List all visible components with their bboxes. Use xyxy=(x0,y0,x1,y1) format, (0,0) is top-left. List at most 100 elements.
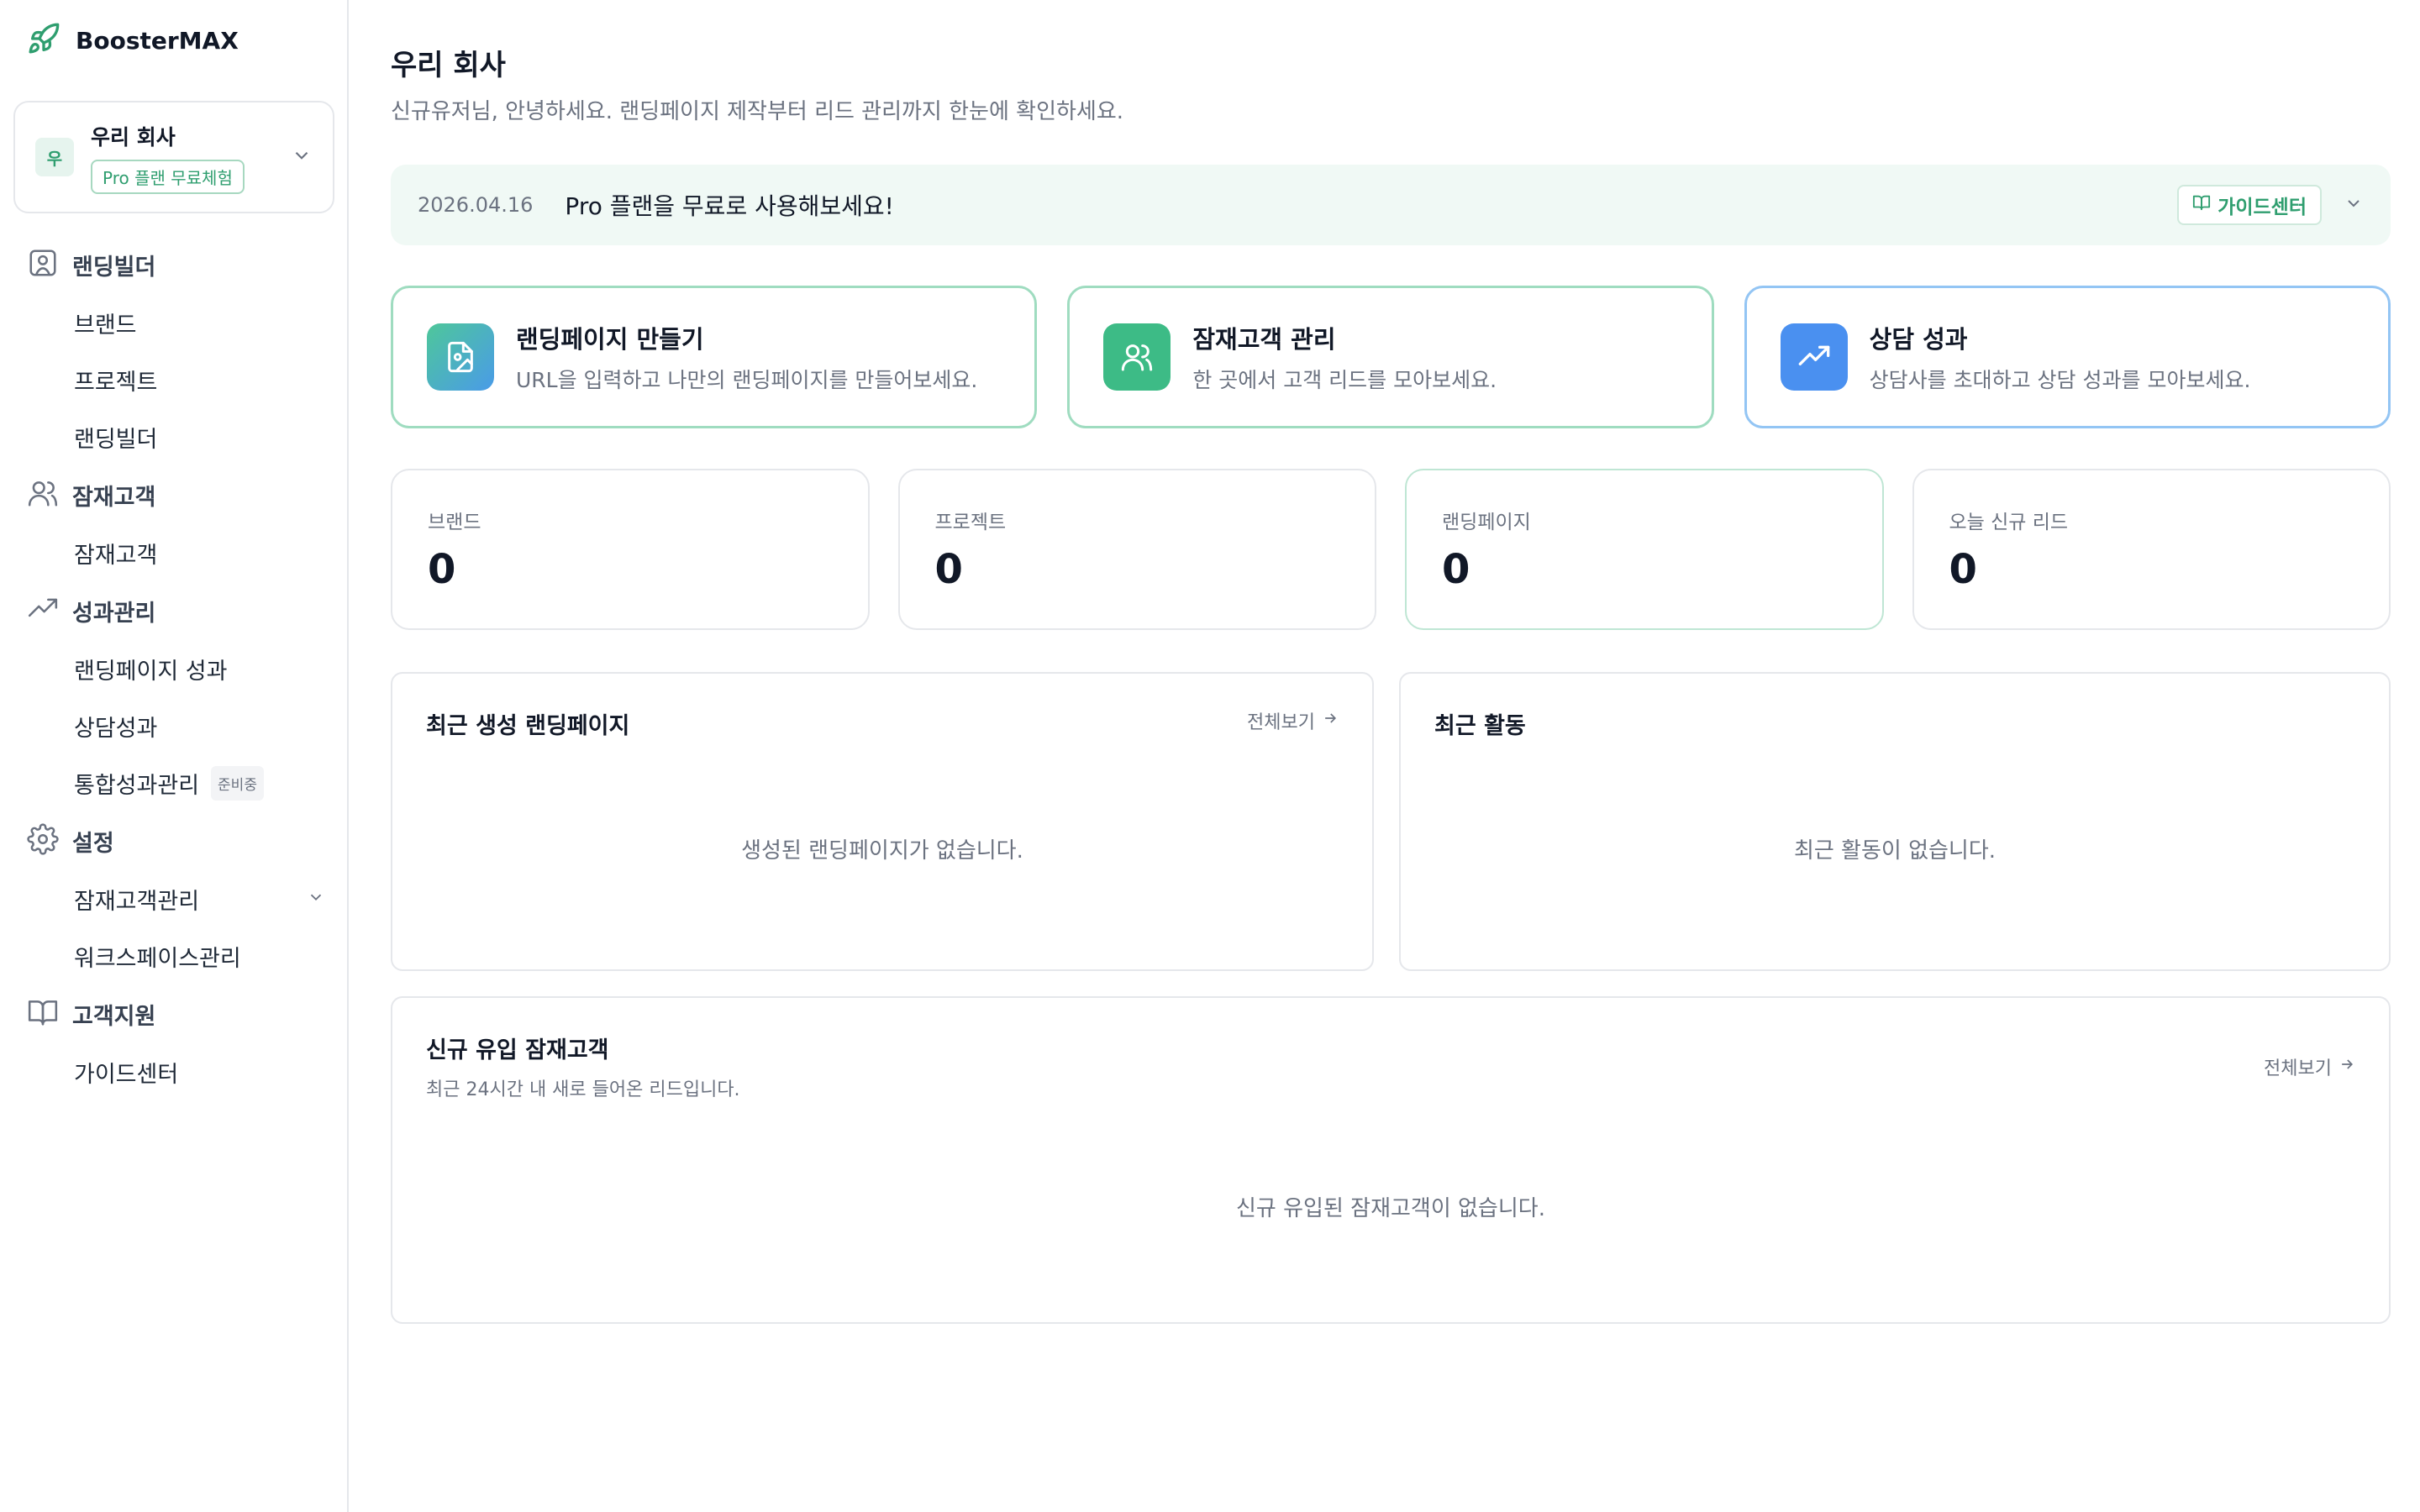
chevron-down-icon xyxy=(291,144,313,170)
brand-logo[interactable]: BoosterMAX xyxy=(27,22,239,59)
sidebar-item-label: 프로젝트 xyxy=(74,369,158,396)
view-all-link[interactable]: 전체보기 xyxy=(2264,1053,2355,1080)
sidebar-item-label: 랜딩빌더 xyxy=(74,426,158,453)
file-image-icon xyxy=(427,323,494,391)
stat-value: 0 xyxy=(934,546,963,593)
sidebar-item-label: 브랜드 xyxy=(74,312,137,339)
sidebar-item-integrated-performance[interactable]: 통합성과관리 준비중 xyxy=(0,754,349,811)
sidebar-nav: 랜딩빌더 브랜드 프로젝트 랜딩빌더 잠재고객 잠재고객 성과관리 랜딩페이지 … xyxy=(0,235,349,1100)
nav-group-landing-builder[interactable]: 랜딩빌더 xyxy=(0,235,349,294)
sidebar-item-leads[interactable]: 잠재고객 xyxy=(0,524,349,581)
panel-title: 신규 유입 잠재고객 xyxy=(426,1037,609,1063)
book-open-icon xyxy=(2192,193,2211,217)
sidebar-item-label: 잠재고객관리 xyxy=(74,888,200,915)
sidebar-item-label: 통합성과관리 xyxy=(74,772,200,799)
stat-label: 오늘 신규 리드 xyxy=(1949,512,2069,533)
stat-card-projects: 프로젝트 0 xyxy=(897,469,1376,630)
trending-up-icon xyxy=(1780,323,1848,391)
nav-group-label: 고객지원 xyxy=(72,1003,156,1030)
action-title: 잠재고객 관리 xyxy=(1192,325,1336,354)
chevron-down-icon xyxy=(307,886,325,912)
workspace-switcher[interactable]: 우 우리 회사 Pro 플랜 무료체험 xyxy=(13,101,334,213)
plan-badge: Pro 플랜 무료체험 xyxy=(91,159,245,194)
users-icon xyxy=(1103,323,1171,391)
sidebar-item-landing-performance[interactable]: 랜딩페이지 성과 xyxy=(0,640,349,697)
coming-soon-badge: 준비중 xyxy=(211,765,264,801)
empty-state: 최근 활동이 없습니다. xyxy=(1793,838,1996,864)
action-description: 상담사를 초대하고 상담 성과를 모아보세요. xyxy=(1869,368,2251,392)
app: BoosterMAX 우 우리 회사 Pro 플랜 무료체험 랜딩빌더 브랜드 … xyxy=(0,0,2420,1512)
stat-card-landing-pages: 랜딩페이지 0 xyxy=(1405,469,1884,630)
sidebar-item-workspace-management[interactable]: 워크스페이스관리 xyxy=(0,927,349,984)
nav-group-performance[interactable]: 성과관리 xyxy=(0,581,349,640)
page-title: 우리 회사 xyxy=(391,49,506,82)
view-all-link[interactable]: 전체보기 xyxy=(1247,707,1339,734)
new-leads-panel: 신규 유입 잠재고객 최근 24시간 내 새로 들어온 리드입니다. 전체보기 … xyxy=(391,996,2391,1324)
empty-state: 생성된 랜딩페이지가 없습니다. xyxy=(741,838,1023,864)
stat-card-brands: 브랜드 0 xyxy=(391,469,870,630)
guide-center-button[interactable]: 가이드센터 xyxy=(2177,185,2322,225)
sidebar-item-lead-management[interactable]: 잠재고객관리 xyxy=(0,870,349,927)
sidebar-item-label: 가이드센터 xyxy=(74,1061,179,1088)
consult-performance-card[interactable]: 상담 성과 상담사를 초대하고 상담 성과를 모아보세요. xyxy=(1744,286,2391,428)
stat-label: 랜딩페이지 xyxy=(1442,512,1531,533)
sidebar-item-label: 워크스페이스관리 xyxy=(74,945,241,972)
stat-value: 0 xyxy=(428,546,456,593)
arrow-right-icon xyxy=(1322,710,1339,732)
quick-actions: 랜딩페이지 만들기 URL을 입력하고 나만의 랜딩페이지를 만들어보세요. 잠… xyxy=(391,286,2391,428)
sidebar-item-landing-builder[interactable]: 랜딩빌더 xyxy=(0,408,349,465)
panel-subtitle: 최근 24시간 내 새로 들어온 리드입니다. xyxy=(426,1079,740,1100)
rocket-icon xyxy=(27,22,60,59)
sidebar-item-label: 상담성과 xyxy=(74,715,158,742)
nav-group-support[interactable]: 고객지원 xyxy=(0,984,349,1043)
view-all-label: 전체보기 xyxy=(2264,1058,2332,1079)
guide-center-label: 가이드센터 xyxy=(2217,196,2307,218)
workspace-name: 우리 회사 xyxy=(91,124,176,150)
sidebar-item-label: 잠재고객 xyxy=(74,542,158,569)
stats-row: 브랜드 0 프로젝트 0 랜딩페이지 0 오늘 신규 리드 0 xyxy=(391,469,2391,630)
sidebar-item-label: 랜딩페이지 성과 xyxy=(74,658,228,685)
gear-icon xyxy=(27,823,59,858)
book-open-icon xyxy=(27,996,59,1032)
nav-group-leads[interactable]: 잠재고객 xyxy=(0,465,349,524)
notice-text: Pro 플랜을 무료로 사용해보세요! xyxy=(565,192,894,220)
sidebar-item-guide-center[interactable]: 가이드센터 xyxy=(0,1043,349,1100)
users-icon xyxy=(27,477,59,512)
recent-activity-panel: 최근 활동 최근 활동이 없습니다. xyxy=(1399,672,2391,971)
create-landing-page-card[interactable]: 랜딩페이지 만들기 URL을 입력하고 나만의 랜딩페이지를 만들어보세요. xyxy=(391,286,1038,428)
nav-group-settings[interactable]: 설정 xyxy=(0,811,349,870)
nav-group-label: 성과관리 xyxy=(72,600,156,627)
manage-leads-card[interactable]: 잠재고객 관리 한 곳에서 고객 리드를 모아보세요. xyxy=(1067,286,1714,428)
page-subtitle: 신규유저님, 안녕하세요. 랜딩페이지 제작부터 리드 관리까지 한눈에 확인하… xyxy=(391,99,1124,124)
chevron-down-icon[interactable] xyxy=(2344,193,2364,217)
action-description: 한 곳에서 고객 리드를 모아보세요. xyxy=(1192,368,1497,392)
notice-date: 2026.04.16 xyxy=(418,193,534,217)
sidebar-item-consult-performance[interactable]: 상담성과 xyxy=(0,697,349,754)
action-title: 랜딩페이지 만들기 xyxy=(516,325,704,354)
stat-card-today-leads: 오늘 신규 리드 0 xyxy=(1912,469,2391,630)
nav-group-label: 랜딩빌더 xyxy=(72,254,156,281)
panel-title: 최근 활동 xyxy=(1434,713,1526,739)
stat-value: 0 xyxy=(1442,546,1470,593)
sidebar: BoosterMAX 우 우리 회사 Pro 플랜 무료체험 랜딩빌더 브랜드 … xyxy=(0,0,349,1512)
action-description: URL을 입력하고 나만의 랜딩페이지를 만들어보세요. xyxy=(516,368,978,392)
sidebar-item-brand[interactable]: 브랜드 xyxy=(0,294,349,351)
arrow-right-icon xyxy=(2338,1056,2355,1078)
action-title: 상담 성과 xyxy=(1869,325,1968,354)
sidebar-item-project[interactable]: 프로젝트 xyxy=(0,351,349,408)
image-icon xyxy=(27,247,59,282)
workspace-avatar: 우 xyxy=(35,138,74,176)
recent-landing-pages-panel: 최근 생성 랜딩페이지 전체보기 생성된 랜딩페이지가 없습니다. xyxy=(391,672,1374,971)
main-content: 우리 회사 신규유저님, 안녕하세요. 랜딩페이지 제작부터 리드 관리까지 한… xyxy=(349,0,2420,1512)
empty-state: 신규 유입된 잠재고객이 없습니다. xyxy=(1236,1196,1545,1221)
panel-title: 최근 생성 랜딩페이지 xyxy=(426,713,630,739)
stat-value: 0 xyxy=(1949,546,1977,593)
trending-up-icon xyxy=(27,593,59,628)
nav-group-label: 잠재고객 xyxy=(72,484,156,511)
nav-group-label: 설정 xyxy=(72,830,114,857)
notice-banner[interactable]: 2026.04.16 Pro 플랜을 무료로 사용해보세요! 가이드센터 xyxy=(391,165,2391,245)
stat-label: 프로젝트 xyxy=(934,512,1007,533)
brand-name: BoosterMAX xyxy=(76,26,239,55)
stat-label: 브랜드 xyxy=(428,512,481,533)
view-all-label: 전체보기 xyxy=(1247,712,1315,733)
